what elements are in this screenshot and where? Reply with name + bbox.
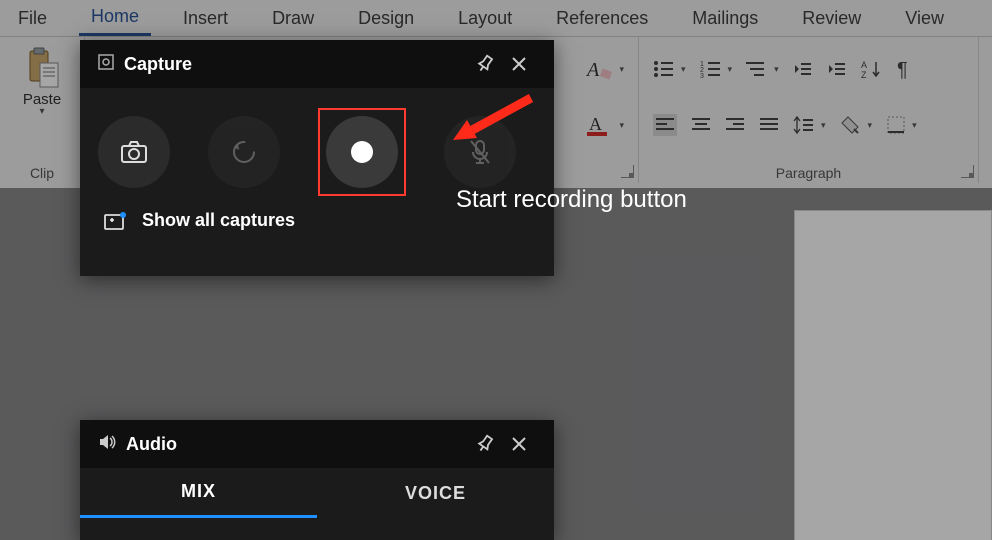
- pin-button[interactable]: [468, 47, 502, 81]
- group-label-clipboard: Clip: [0, 165, 84, 181]
- tab-layout[interactable]: Layout: [446, 2, 524, 35]
- multilevel-list-button[interactable]: [746, 59, 768, 79]
- group-paragraph: ▾ 123 ▾ ▾ AZ ¶ ▾ ▾ ▾ Paragraph: [639, 37, 979, 183]
- capture-buttons-row: [80, 88, 554, 196]
- group-label-paragraph: Paragraph: [639, 165, 978, 181]
- justify-button[interactable]: [759, 116, 779, 134]
- tab-design[interactable]: Design: [346, 2, 426, 35]
- audio-title: Audio: [126, 434, 177, 455]
- align-right-button[interactable]: [725, 116, 745, 134]
- audio-header: Audio: [80, 420, 554, 468]
- chevron-down-icon[interactable]: ▾: [821, 120, 826, 131]
- ribbon-tabs: File Home Insert Draw Design Layout Refe…: [0, 0, 992, 36]
- paste-dropdown[interactable]: ▾: [39, 106, 44, 117]
- tab-file[interactable]: File: [6, 2, 59, 35]
- align-left-button[interactable]: [653, 114, 677, 136]
- svg-text:3: 3: [700, 73, 704, 79]
- capture-title: Capture: [124, 54, 192, 75]
- align-center-button[interactable]: [691, 116, 711, 134]
- decrease-indent-button[interactable]: [793, 59, 813, 79]
- tab-references[interactable]: References: [544, 2, 660, 35]
- borders-button[interactable]: [886, 115, 906, 135]
- svg-text:A: A: [589, 114, 602, 134]
- sort-button[interactable]: AZ: [861, 59, 883, 79]
- font-color-button[interactable]: A: [585, 112, 613, 138]
- capture-app-icon: [98, 54, 114, 75]
- tab-view[interactable]: View: [893, 2, 956, 35]
- line-spacing-button[interactable]: [793, 115, 815, 135]
- tab-mailings[interactable]: Mailings: [680, 2, 770, 35]
- record-last-button[interactable]: [208, 116, 280, 188]
- replay-icon: [230, 138, 258, 166]
- dialog-launcher-font[interactable]: [621, 165, 634, 178]
- close-button[interactable]: [502, 47, 536, 81]
- gallery-icon: [104, 211, 128, 231]
- svg-text:¶: ¶: [897, 59, 908, 80]
- tab-home[interactable]: Home: [79, 0, 151, 36]
- show-all-captures-link[interactable]: Show all captures: [80, 196, 554, 231]
- svg-text:A: A: [861, 60, 867, 70]
- chevron-down-icon[interactable]: ▾: [774, 64, 779, 75]
- tab-review[interactable]: Review: [790, 2, 873, 35]
- chevron-down-icon[interactable]: ▾: [619, 64, 624, 75]
- audio-tab-voice[interactable]: VOICE: [317, 468, 554, 518]
- svg-text:Z: Z: [861, 70, 867, 79]
- record-icon: [351, 141, 373, 163]
- tab-insert[interactable]: Insert: [171, 2, 240, 35]
- camera-icon: [120, 140, 148, 164]
- mic-toggle-button[interactable]: [444, 116, 516, 188]
- svg-text:A: A: [585, 59, 600, 81]
- pin-button[interactable]: [468, 427, 502, 461]
- paste-button[interactable]: Paste ▾: [8, 47, 76, 117]
- audio-tab-mix[interactable]: MIX: [80, 468, 317, 518]
- dialog-launcher-paragraph[interactable]: [961, 165, 974, 178]
- audio-tabs: MIX VOICE: [80, 468, 554, 518]
- numbering-button[interactable]: 123: [700, 59, 722, 79]
- record-button-highlight: [318, 108, 406, 196]
- show-hide-button[interactable]: ¶: [897, 58, 915, 80]
- group-clipboard: Paste ▾ Clip: [0, 37, 85, 183]
- audio-widget: Audio MIX VOICE: [80, 420, 554, 540]
- chevron-down-icon[interactable]: ▾: [619, 120, 624, 131]
- start-recording-button[interactable]: [326, 116, 398, 188]
- capture-widget: Capture Show all captures: [80, 40, 554, 276]
- shading-button[interactable]: [840, 115, 862, 135]
- capture-header: Capture: [80, 40, 554, 88]
- increase-indent-button[interactable]: [827, 59, 847, 79]
- tab-draw[interactable]: Draw: [260, 2, 326, 35]
- speaker-icon: [98, 434, 116, 455]
- screenshot-button[interactable]: [98, 116, 170, 188]
- clipboard-icon: [24, 47, 60, 89]
- clear-formatting-button[interactable]: A: [585, 56, 613, 82]
- document-page[interactable]: [794, 210, 992, 540]
- chevron-down-icon[interactable]: ▾: [728, 64, 733, 75]
- chevron-down-icon[interactable]: ▾: [912, 120, 917, 131]
- mic-off-icon: [468, 138, 492, 166]
- bullets-button[interactable]: [653, 59, 675, 79]
- chevron-down-icon[interactable]: ▾: [868, 120, 873, 131]
- show-all-captures-label: Show all captures: [142, 210, 295, 231]
- chevron-down-icon[interactable]: ▾: [681, 64, 686, 75]
- close-button[interactable]: [502, 427, 536, 461]
